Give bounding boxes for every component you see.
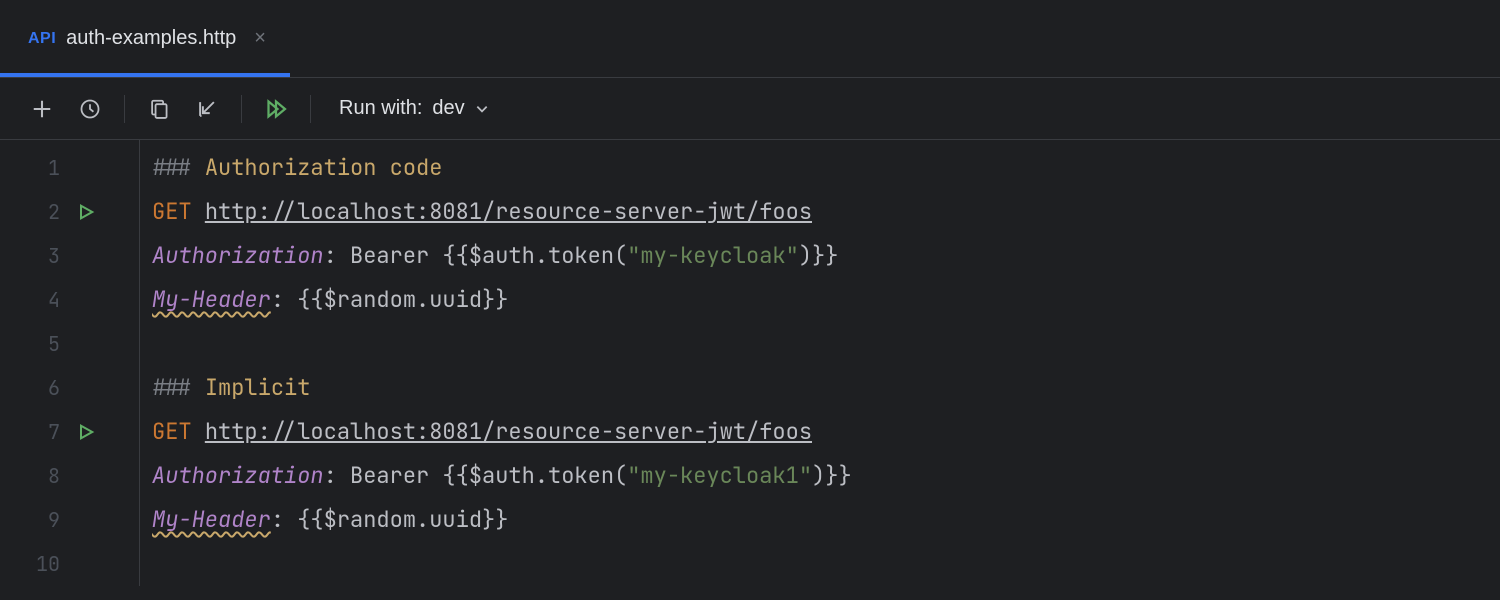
code-line[interactable]: My-Header: {{$random.uuid}} bbox=[152, 498, 852, 542]
code-line[interactable]: ### Implicit bbox=[152, 366, 852, 410]
line-number: 3 bbox=[0, 234, 70, 278]
line-number: 5 bbox=[0, 322, 70, 366]
toolbar-separator bbox=[241, 95, 242, 123]
string-literal: "my-keycloak1" bbox=[627, 461, 812, 490]
request-url: http://localhost:8081/resource-server-jw… bbox=[205, 417, 812, 446]
template-close: }} bbox=[812, 241, 838, 270]
colon: : bbox=[324, 241, 350, 270]
run-request-icon[interactable] bbox=[70, 202, 120, 222]
template-close: }} bbox=[482, 285, 508, 314]
http-method: GET bbox=[152, 417, 205, 446]
section-hash: ### bbox=[152, 373, 205, 402]
gutter: 12345678910 bbox=[0, 140, 140, 586]
code-area[interactable]: ### Authorization codeGET http://localho… bbox=[140, 140, 852, 586]
template-expr: $random.uuid bbox=[324, 505, 482, 534]
template-close: }} bbox=[482, 505, 508, 534]
template-open: {{ bbox=[297, 285, 323, 314]
template-expr: $auth.token( bbox=[469, 241, 627, 270]
template-after: ) bbox=[812, 461, 825, 490]
header-name: My-Header bbox=[152, 505, 271, 534]
gutter-row: 10 bbox=[0, 542, 139, 586]
colon: : bbox=[324, 461, 350, 490]
colon: : bbox=[271, 285, 297, 314]
run-with-label: Run with: bbox=[339, 97, 422, 120]
line-number: 9 bbox=[0, 498, 70, 542]
close-icon[interactable]: × bbox=[254, 27, 266, 50]
history-button[interactable] bbox=[68, 87, 112, 131]
line-number: 7 bbox=[0, 410, 70, 454]
gutter-row: 4 bbox=[0, 278, 139, 322]
environment-selector[interactable]: Run with: dev bbox=[339, 97, 489, 120]
template-expr: $random.uuid bbox=[324, 285, 482, 314]
code-line[interactable] bbox=[152, 542, 852, 586]
line-number: 6 bbox=[0, 366, 70, 410]
header-prefix: Bearer bbox=[350, 241, 442, 270]
tab-file[interactable]: API auth-examples.http × bbox=[0, 0, 290, 77]
toolbar: Run with: dev bbox=[0, 78, 1500, 140]
chevron-down-icon bbox=[475, 102, 489, 116]
string-literal: "my-keycloak" bbox=[627, 241, 799, 270]
code-line[interactable]: GET http://localhost:8081/resource-serve… bbox=[152, 410, 852, 454]
gutter-row: 6 bbox=[0, 366, 139, 410]
add-request-button[interactable] bbox=[20, 87, 64, 131]
gutter-row: 2 bbox=[0, 190, 139, 234]
code-line[interactable]: My-Header: {{$random.uuid}} bbox=[152, 278, 852, 322]
section-title: Implicit bbox=[205, 373, 311, 402]
tab-filename: auth-examples.http bbox=[66, 27, 236, 50]
gutter-row: 1 bbox=[0, 146, 139, 190]
gutter-row: 9 bbox=[0, 498, 139, 542]
template-expr: $auth.token( bbox=[469, 461, 627, 490]
template-open: {{ bbox=[442, 461, 468, 490]
examples-button[interactable] bbox=[137, 87, 181, 131]
template-after: ) bbox=[799, 241, 812, 270]
header-name: Authorization bbox=[152, 241, 324, 270]
gutter-row: 5 bbox=[0, 322, 139, 366]
code-line[interactable] bbox=[152, 322, 852, 366]
http-method: GET bbox=[152, 197, 205, 226]
environment-value: dev bbox=[432, 97, 464, 120]
line-number: 8 bbox=[0, 454, 70, 498]
section-hash: ### bbox=[152, 153, 205, 182]
template-close: }} bbox=[825, 461, 851, 490]
template-open: {{ bbox=[297, 505, 323, 534]
tab-api-badge: API bbox=[28, 30, 56, 48]
template-open: {{ bbox=[442, 241, 468, 270]
run-request-icon[interactable] bbox=[70, 422, 120, 442]
line-number: 1 bbox=[0, 146, 70, 190]
tab-bar: API auth-examples.http × bbox=[0, 0, 1500, 78]
import-button[interactable] bbox=[185, 87, 229, 131]
gutter-row: 8 bbox=[0, 454, 139, 498]
tab-active-indicator bbox=[0, 73, 290, 77]
line-number: 2 bbox=[0, 190, 70, 234]
gutter-row: 3 bbox=[0, 234, 139, 278]
run-all-button[interactable] bbox=[254, 87, 298, 131]
code-editor[interactable]: 12345678910 ### Authorization codeGET ht… bbox=[0, 140, 1500, 586]
section-title: Authorization code bbox=[205, 153, 443, 182]
gutter-row: 7 bbox=[0, 410, 139, 454]
line-number: 4 bbox=[0, 278, 70, 322]
colon: : bbox=[271, 505, 297, 534]
header-prefix: Bearer bbox=[350, 461, 442, 490]
toolbar-separator bbox=[124, 95, 125, 123]
toolbar-separator bbox=[310, 95, 311, 123]
request-url: http://localhost:8081/resource-server-jw… bbox=[205, 197, 812, 226]
line-number: 10 bbox=[0, 542, 70, 586]
code-line[interactable]: GET http://localhost:8081/resource-serve… bbox=[152, 190, 852, 234]
header-name: My-Header bbox=[152, 285, 271, 314]
code-line[interactable]: Authorization: Bearer {{$auth.token("my-… bbox=[152, 234, 852, 278]
header-name: Authorization bbox=[152, 461, 324, 490]
code-line[interactable]: ### Authorization code bbox=[152, 146, 852, 190]
code-line[interactable]: Authorization: Bearer {{$auth.token("my-… bbox=[152, 454, 852, 498]
